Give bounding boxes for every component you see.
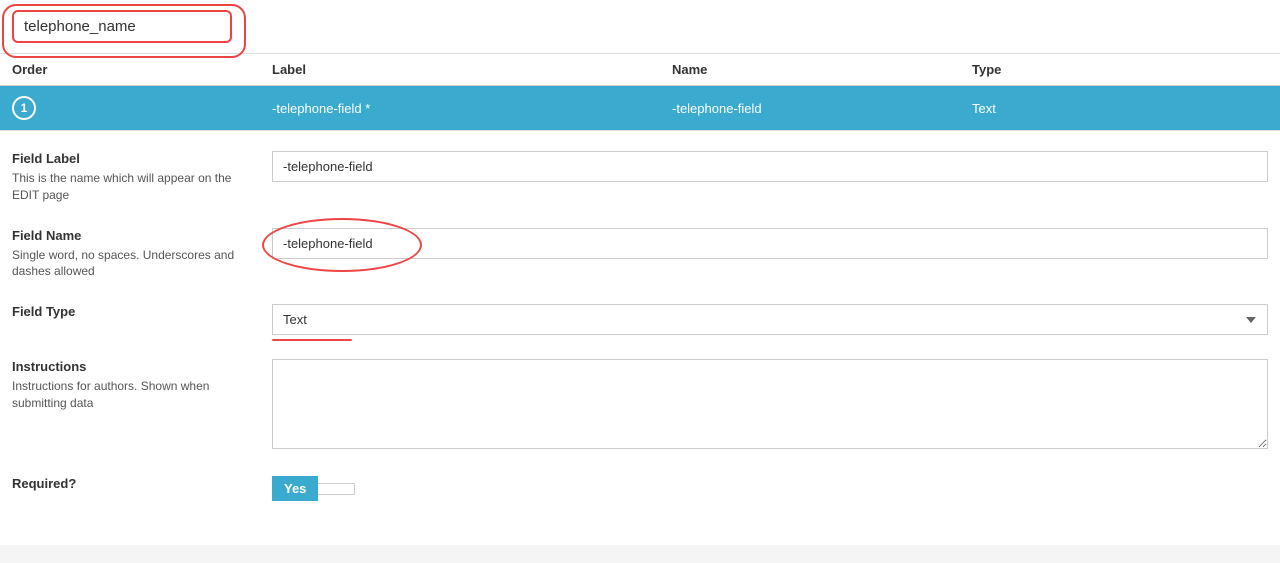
header-type: Type xyxy=(972,62,1268,77)
field-name-desc: Single word, no spaces. Underscores and … xyxy=(12,247,256,281)
instructions-textarea-wrapper xyxy=(272,359,1268,452)
field-label-row: Field Label This is the name which will … xyxy=(12,151,1268,204)
field-label-desc: This is the name which will appear on th… xyxy=(12,170,256,204)
order-badge: 1 xyxy=(12,96,36,120)
required-row: Required? Yes xyxy=(12,476,1268,501)
row-order: 1 xyxy=(12,96,272,120)
field-name-row: Field Name Single word, no spaces. Under… xyxy=(12,228,1268,281)
table-row[interactable]: 1 -telephone-field * -telephone-field Te… xyxy=(0,86,1280,130)
required-no-button[interactable] xyxy=(318,483,355,495)
field-label-input-wrapper xyxy=(272,151,1268,182)
required-yes-button[interactable]: Yes xyxy=(272,476,318,501)
top-bar xyxy=(0,0,1280,54)
required-toggle: Yes xyxy=(272,476,1268,501)
instructions-title: Instructions xyxy=(12,359,256,374)
field-type-title: Field Type xyxy=(12,304,256,319)
field-label-group: Field Label This is the name which will … xyxy=(12,151,272,204)
instructions-group: Instructions Instructions for authors. S… xyxy=(12,359,272,412)
row-type: Text xyxy=(972,101,1268,116)
field-name-title: Field Name xyxy=(12,228,256,243)
field-type-group: Field Type xyxy=(12,304,272,323)
select-underline-annotation xyxy=(272,339,352,341)
top-input-wrapper xyxy=(12,10,232,43)
field-name-group: Field Name Single word, no spaces. Under… xyxy=(12,228,272,281)
fields-table: Order Label Name Type 1 -telephone-field… xyxy=(0,54,1280,131)
field-name-input-wrapper xyxy=(272,228,1268,259)
field-type-select-wrapper: Text Number Email Date Checkbox Select xyxy=(272,304,1268,335)
required-group: Required? xyxy=(12,476,272,495)
header-name: Name xyxy=(672,62,972,77)
field-edit-form: Field Label This is the name which will … xyxy=(0,131,1280,545)
header-order: Order xyxy=(12,62,272,77)
field-name-input[interactable] xyxy=(272,228,1268,259)
field-label-title: Field Label xyxy=(12,151,256,166)
instructions-textarea[interactable] xyxy=(272,359,1268,449)
header-label: Label xyxy=(272,62,672,77)
instructions-row: Instructions Instructions for authors. S… xyxy=(12,359,1268,452)
field-type-row: Field Type Text Number Email Date Checkb… xyxy=(12,304,1268,335)
field-label-input[interactable] xyxy=(272,151,1268,182)
table-header-row: Order Label Name Type xyxy=(0,54,1280,86)
row-name: -telephone-field xyxy=(672,101,972,116)
instructions-desc: Instructions for authors. Shown when sub… xyxy=(12,378,256,412)
field-type-select[interactable]: Text Number Email Date Checkbox Select xyxy=(272,304,1268,335)
required-title: Required? xyxy=(12,476,256,491)
row-label: -telephone-field * xyxy=(272,101,672,116)
top-name-input[interactable] xyxy=(12,10,232,43)
